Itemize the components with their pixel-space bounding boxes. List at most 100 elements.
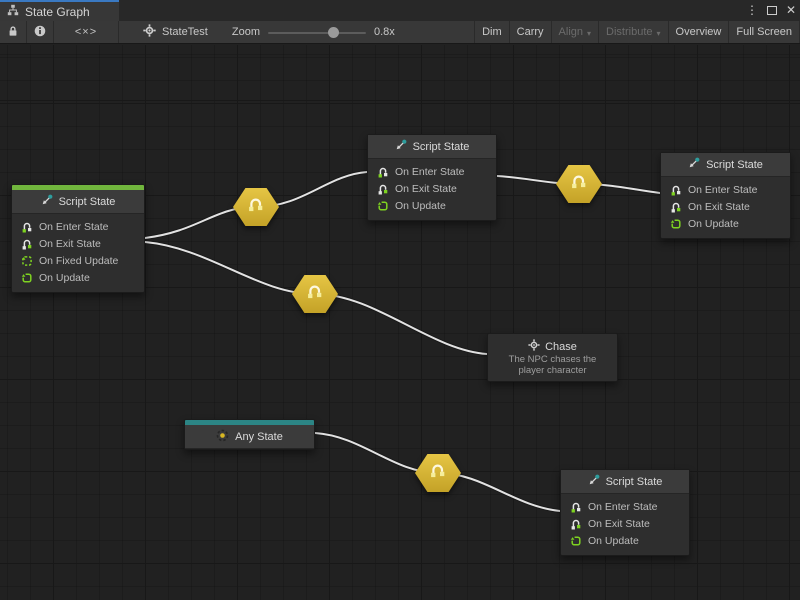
- toolbar-button-overview[interactable]: Overview: [669, 21, 730, 43]
- toolbar-button-label: Align: [559, 26, 583, 38]
- crosshair-icon: [143, 24, 156, 40]
- node-script-state-1[interactable]: Script StateOn Enter StateOn Exit StateO…: [11, 184, 145, 293]
- exit-state-icon: [376, 183, 389, 195]
- node-transition-1[interactable]: [233, 188, 279, 226]
- window-menu-button[interactable]: ⋮: [746, 0, 758, 21]
- node-event-label: On Update: [588, 535, 639, 547]
- node-event-item: On Exit State: [12, 235, 144, 252]
- toolbar-button-dim[interactable]: Dim: [474, 21, 510, 43]
- update-icon: [376, 200, 389, 212]
- node-chase-state[interactable]: ChaseThe NPC chases the player character: [487, 333, 618, 382]
- title-bar: State Graph ⋮ ✕: [0, 0, 800, 21]
- node-event-item: On Enter State: [12, 218, 144, 235]
- zoom-slider-track[interactable]: [268, 32, 366, 34]
- node-event-label: On Exit State: [395, 183, 457, 195]
- node-event-label: On Fixed Update: [39, 255, 118, 267]
- info-icon: [34, 25, 46, 40]
- graph-reference-button[interactable]: StateTest: [135, 21, 216, 43]
- node-header: Script State: [561, 470, 689, 494]
- node-event-label: On Update: [39, 272, 90, 284]
- toolbar-button-distribute[interactable]: Distribute▾: [599, 21, 668, 43]
- toolbar-button-label: Overview: [676, 26, 722, 38]
- node-script-state-4[interactable]: Script StateOn Enter StateOn Exit StateO…: [560, 469, 690, 556]
- variables-button[interactable]: <×>: [54, 21, 119, 43]
- node-transition-4[interactable]: [415, 454, 461, 492]
- toolbar-right-buttons: DimCarryAlign▾Distribute▾OverviewFull Sc…: [474, 21, 800, 43]
- node-event-item: On Update: [561, 532, 689, 549]
- graph-name: StateTest: [162, 26, 208, 38]
- node-event-label: On Exit State: [688, 201, 750, 213]
- node-event-label: On Exit State: [39, 238, 101, 250]
- toolbar-button-carry[interactable]: Carry: [510, 21, 552, 43]
- script-state-icon: [41, 194, 53, 209]
- info-button[interactable]: [27, 21, 54, 43]
- node-script-state-3[interactable]: Script State On Enter State On Exit State O…: [660, 152, 791, 239]
- node-title: Any State: [235, 431, 283, 443]
- node-event-label: On Enter State: [395, 166, 464, 178]
- update-icon: [669, 218, 682, 230]
- node-event-item: On Exit State: [368, 180, 496, 197]
- enter-state-icon: [376, 166, 389, 178]
- node-event-item: On Update: [661, 215, 790, 232]
- maximize-button[interactable]: [767, 2, 777, 20]
- maximize-icon: [767, 6, 777, 15]
- node-event-label: On Enter State: [588, 501, 657, 513]
- zoom-label: Zoom: [232, 26, 260, 38]
- node-event-list: On Enter State On Exit State On Fixed Upda…: [12, 214, 144, 292]
- toolbar: <×> StateTest Zoom 0.8x DimCarryAlign▾Di…: [0, 21, 800, 44]
- close-button[interactable]: ✕: [786, 0, 796, 21]
- fixed-update-icon: [20, 255, 33, 267]
- node-event-label: On Enter State: [688, 184, 757, 196]
- node-event-label: On Exit State: [588, 518, 650, 530]
- zoom-slider-handle[interactable]: [328, 27, 339, 38]
- variables-icon: <×>: [75, 26, 97, 38]
- chevron-down-icon: ▾: [657, 29, 661, 38]
- node-transition-3[interactable]: [556, 165, 602, 203]
- zoom-value: 0.8x: [374, 26, 395, 38]
- zoom-slider[interactable]: [268, 27, 366, 37]
- exit-state-icon: [20, 238, 33, 250]
- node-script-state-2[interactable]: Script StateOn Enter StateOn Exit StateO…: [367, 134, 497, 221]
- node-transition-2[interactable]: [292, 275, 338, 313]
- chevron-down-icon: ▾: [587, 29, 591, 38]
- state-graph-window: State Graph ⋮ ✕ <×> StateTest: [0, 0, 800, 600]
- graph-icon: [7, 4, 19, 19]
- lock-icon: [7, 25, 19, 40]
- toolbar-button-full-screen[interactable]: Full Screen: [729, 21, 800, 43]
- toolbar-button-align[interactable]: Align ▾: [552, 21, 599, 43]
- node-event-label: On Update: [395, 200, 446, 212]
- script-state-icon: [588, 474, 600, 489]
- node-event-item: On Enter State: [561, 498, 689, 515]
- node-event-label: On Enter State: [39, 221, 108, 233]
- crosshair-icon: [528, 339, 540, 354]
- node-header: Script State: [661, 153, 790, 177]
- script-state-icon: [395, 139, 407, 154]
- node-title: Script State: [706, 159, 763, 171]
- tab-state-graph[interactable]: State Graph: [0, 0, 119, 21]
- node-event-item: On Update: [368, 197, 496, 214]
- node-header: Any State: [185, 425, 314, 449]
- exit-state-icon: [669, 201, 682, 213]
- toolbar-button-label: Dim: [482, 26, 502, 38]
- node-event-list: On Enter State On Exit State On Update: [368, 159, 496, 220]
- node-event-label: On Update: [688, 218, 739, 230]
- enter-state-icon: [669, 184, 682, 196]
- graph-canvas[interactable]: Script StateOn Enter StateOn Exit StateO…: [0, 45, 800, 600]
- node-event-item: On Update: [12, 269, 144, 286]
- node-title: Chase: [545, 341, 577, 353]
- node-event-list: On Enter State On Exit State On Update: [561, 494, 689, 555]
- lock-button[interactable]: [0, 21, 27, 43]
- node-title: Script State: [413, 141, 470, 153]
- node-header: Script State: [12, 190, 144, 214]
- node-event-item: On Exit State: [661, 198, 790, 215]
- exit-state-icon: [569, 518, 582, 530]
- enter-state-icon: [20, 221, 33, 233]
- node-any-state[interactable]: Any State: [184, 419, 315, 450]
- node-event-item: On Exit State: [561, 515, 689, 532]
- node-header: Script State: [368, 135, 496, 159]
- enter-state-icon: [569, 501, 582, 513]
- toolbar-button-label: Full Screen: [736, 26, 792, 38]
- toolbar-spacer: [395, 21, 474, 43]
- node-title: Script State: [606, 476, 663, 488]
- update-icon: [569, 535, 582, 547]
